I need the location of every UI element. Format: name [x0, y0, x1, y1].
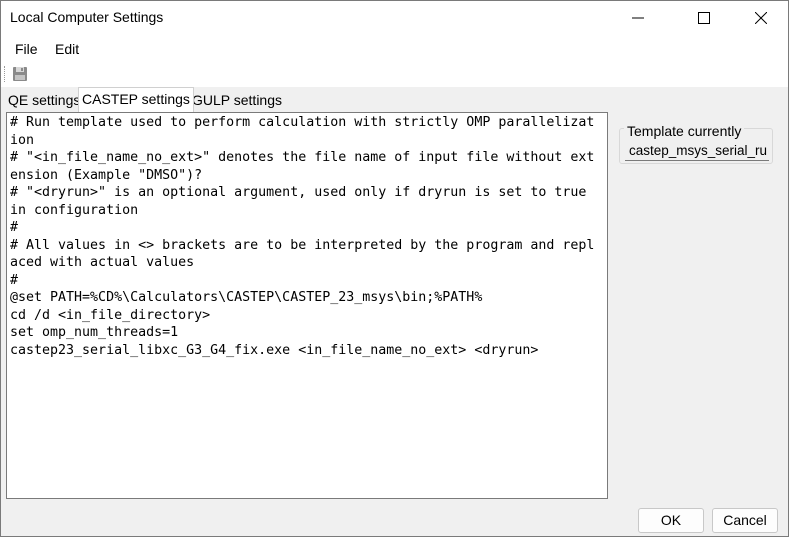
- template-editor[interactable]: # Run template used to perform calculati…: [6, 112, 608, 499]
- minimize-icon: [632, 17, 644, 19]
- title-bar: Local Computer Settings: [1, 1, 788, 35]
- tab-gulp-settings[interactable]: GULP settings: [189, 89, 285, 111]
- maximize-icon: [698, 12, 710, 24]
- toolbar: [1, 63, 788, 87]
- template-editor-text[interactable]: # Run template used to perform calculati…: [10, 114, 602, 359]
- settings-tabs: QE settings CASTEP settings GULP setting…: [1, 87, 611, 112]
- menu-bar: File Edit: [1, 35, 788, 63]
- menu-file[interactable]: File: [13, 41, 40, 57]
- settings-window: Local Computer Settings File Edit QE set…: [0, 0, 789, 537]
- template-currently-field[interactable]: castep_msys_serial_ru: [625, 141, 769, 161]
- close-icon: [755, 12, 767, 24]
- tab-castep-settings[interactable]: CASTEP settings: [78, 87, 194, 112]
- menu-edit[interactable]: Edit: [53, 41, 81, 57]
- close-button[interactable]: [739, 1, 783, 35]
- ok-button[interactable]: OK: [638, 508, 704, 533]
- tab-qe-settings[interactable]: QE settings: [5, 89, 83, 111]
- template-currently-label: Template currently: [624, 123, 745, 139]
- toolbar-grip[interactable]: [4, 66, 7, 82]
- cancel-button[interactable]: Cancel: [712, 508, 778, 533]
- floppy-disk-icon: [13, 67, 27, 81]
- minimize-button[interactable]: [616, 1, 660, 35]
- window-title: Local Computer Settings: [10, 9, 164, 25]
- maximize-button[interactable]: [682, 1, 726, 35]
- save-button[interactable]: [12, 66, 28, 82]
